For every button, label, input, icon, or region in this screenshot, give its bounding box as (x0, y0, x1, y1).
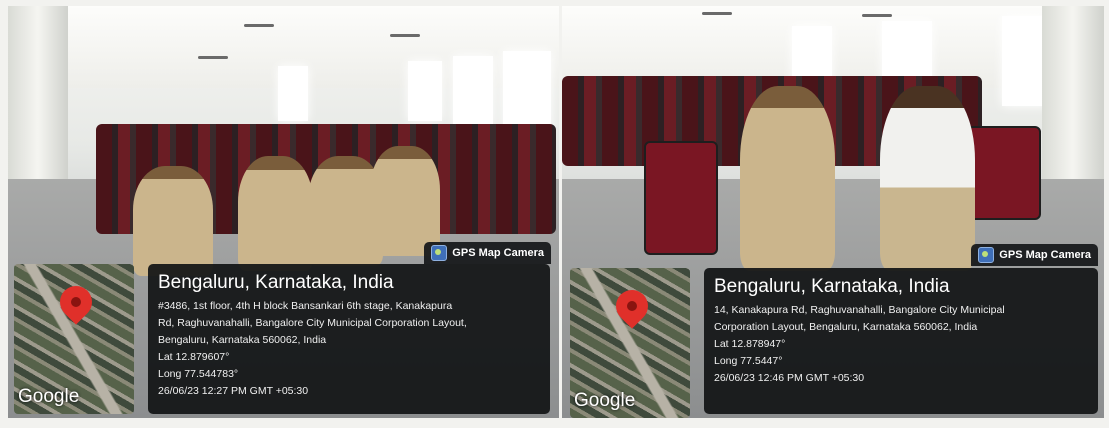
city: Bengaluru, Karnataka, India (714, 276, 950, 297)
officer (740, 86, 835, 271)
address-line: Rd, Raghuvanahalli, Bangalore City Munic… (158, 317, 467, 329)
gps-map-camera-badge: GPS Map Camera (971, 244, 1098, 266)
ceiling-fan (862, 14, 892, 17)
timestamp: 26/06/23 12:46 PM GMT +05:30 (714, 372, 865, 384)
latitude: Lat 12.878947° (714, 338, 786, 350)
location-info-panel: Bengaluru, Karnataka, India 14, Kanakapu… (704, 268, 1098, 414)
window (503, 51, 551, 131)
badge-label: GPS Map Camera (999, 249, 1091, 261)
officer (370, 146, 440, 256)
address-line: #3486, 1st floor, 4th H block Bansankari… (158, 300, 453, 312)
officer (133, 166, 213, 276)
ceiling-fan (702, 12, 732, 15)
latitude: Lat 12.879607° (158, 351, 230, 363)
timestamp: 26/06/23 12:27 PM GMT +05:30 (158, 385, 309, 397)
ceiling-fan (390, 34, 420, 37)
window (453, 56, 493, 126)
map-thumbnail: Google (14, 264, 134, 414)
right-photo: GPS Map Camera Google Bengaluru, Karnata… (562, 6, 1104, 418)
city: Bengaluru, Karnataka, India (158, 272, 394, 293)
badge-label: GPS Map Camera (452, 247, 544, 259)
location-pin-icon (609, 283, 655, 329)
officer (238, 156, 313, 271)
map-thumbnail: Google (570, 268, 690, 418)
google-logo: Google (18, 386, 80, 407)
empty-chair (967, 126, 1041, 220)
camera-icon (978, 247, 995, 263)
ceiling-fan (244, 24, 274, 27)
location-info-panel: Bengaluru, Karnataka, India #3486, 1st f… (148, 264, 550, 414)
google-logo: Google (574, 390, 636, 411)
window (882, 21, 932, 81)
address-line: Corporation Layout, Bengaluru, Karnataka… (714, 321, 978, 333)
ceiling-fan (198, 56, 228, 59)
longitude: Long 77.544783° (158, 368, 239, 380)
gps-map-camera-badge: GPS Map Camera (424, 242, 551, 264)
left-photo: GPS Map Camera Google Bengaluru, Karnata… (8, 6, 559, 418)
window (408, 61, 442, 121)
officer (880, 86, 975, 271)
window (278, 66, 308, 121)
window (792, 26, 832, 81)
location-pin-icon (53, 279, 99, 325)
longitude: Long 77.5447° (714, 355, 783, 367)
address-line: Bengaluru, Karnataka 560062, India (158, 334, 327, 346)
empty-chair (644, 141, 718, 255)
address-line: 14, Kanakapura Rd, Raghuvanahalli, Banga… (714, 304, 1005, 316)
camera-icon (431, 245, 448, 261)
